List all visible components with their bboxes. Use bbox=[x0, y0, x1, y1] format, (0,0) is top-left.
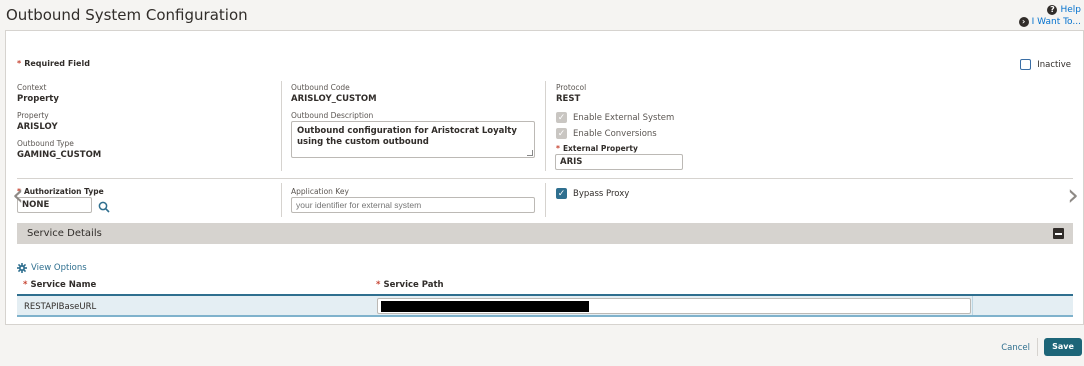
external-property-input[interactable]: ARIS bbox=[555, 154, 683, 170]
outbound-type-field: Outbound Type GAMING_CUSTOM bbox=[17, 139, 101, 160]
bypass-proxy-checkbox[interactable]: ✓ Bypass Proxy bbox=[556, 188, 629, 199]
outbound-code-field: Outbound Code ARISLOY_CUSTOM bbox=[291, 83, 377, 104]
inactive-checkbox[interactable]: Inactive bbox=[1020, 59, 1071, 70]
outbound-code-value: ARISLOY_CUSTOM bbox=[291, 94, 377, 104]
column-divider bbox=[545, 183, 546, 217]
search-icon[interactable] bbox=[98, 201, 110, 213]
required-asterisk: * bbox=[23, 280, 28, 290]
i-want-to-link[interactable]: › I Want To... bbox=[1018, 17, 1081, 27]
help-link[interactable]: ? Help bbox=[1047, 5, 1081, 15]
outbound-type-value: GAMING_CUSTOM bbox=[17, 150, 102, 160]
help-label: Help bbox=[1060, 5, 1081, 15]
external-property-field: * External Property bbox=[556, 144, 638, 153]
service-details-header[interactable]: Service Details bbox=[17, 223, 1073, 244]
page-title: Outbound System Configuration bbox=[6, 6, 248, 24]
column-divider bbox=[281, 183, 282, 217]
authorization-type-field: * Authorization Type bbox=[17, 187, 104, 196]
context-label: Context bbox=[17, 83, 47, 92]
inactive-checkbox-box[interactable] bbox=[1020, 59, 1032, 70]
property-value: ARISLOY bbox=[17, 122, 58, 132]
column-divider bbox=[545, 81, 546, 171]
inactive-label: Inactive bbox=[1037, 59, 1071, 70]
checkmark-icon: ✓ bbox=[556, 128, 567, 139]
column-header-service-name-label: Service Name bbox=[30, 280, 97, 290]
footer-divider bbox=[1037, 338, 1038, 356]
enable-conversions-label: Enable Conversions bbox=[573, 128, 657, 139]
application-key-input[interactable] bbox=[291, 197, 535, 213]
required-field-note: * Required Field bbox=[17, 59, 90, 68]
row-divider bbox=[17, 178, 1073, 179]
collapse-icon[interactable] bbox=[1053, 228, 1064, 239]
service-details-title: Service Details bbox=[27, 228, 102, 239]
outbound-description-label: Outbound Description bbox=[291, 111, 374, 120]
chevron-left-icon[interactable]: ‹ bbox=[12, 181, 24, 211]
protocol-label: Protocol bbox=[556, 83, 587, 92]
checkmark-icon: ✓ bbox=[556, 188, 567, 199]
column-header-service-path[interactable]: * Service Path bbox=[376, 280, 444, 290]
arrow-right-icon: › bbox=[1018, 17, 1029, 27]
authorization-type-label-text: Authorization Type bbox=[23, 187, 104, 196]
authorization-type-input[interactable]: NONE bbox=[17, 197, 92, 213]
bypass-proxy-label: Bypass Proxy bbox=[573, 188, 630, 199]
i-want-to-label: I Want To... bbox=[1031, 17, 1081, 27]
resize-handle-icon[interactable] bbox=[527, 150, 533, 156]
table-row[interactable]: RESTAPIBaseURL bbox=[17, 296, 1073, 317]
checkmark-icon: ✓ bbox=[556, 112, 567, 123]
configuration-panel: * Required Field Inactive Context Propert… bbox=[5, 30, 1084, 325]
required-asterisk: * bbox=[17, 59, 22, 68]
view-options-link[interactable]: View Options bbox=[17, 263, 87, 273]
chevron-right-icon[interactable]: › bbox=[1067, 181, 1079, 211]
context-value: Property bbox=[17, 94, 59, 104]
external-property-label-text: External Property bbox=[562, 144, 638, 153]
external-property-label: * External Property bbox=[556, 144, 638, 153]
gear-icon bbox=[17, 263, 27, 273]
service-path-input[interactable] bbox=[377, 298, 971, 314]
page-header: Outbound System Configuration ? Help › I… bbox=[0, 0, 1084, 30]
enable-external-label: Enable External System bbox=[573, 112, 675, 123]
authorization-type-label: * Authorization Type bbox=[17, 187, 104, 196]
cell-divider bbox=[972, 296, 973, 315]
outbound-description-field: Outbound Description bbox=[291, 111, 373, 120]
help-icon: ? bbox=[1047, 5, 1058, 15]
enable-external-system-checkbox[interactable]: ✓ Enable External System bbox=[556, 112, 674, 123]
property-field: Property ARISLOY bbox=[17, 111, 58, 132]
required-asterisk: * bbox=[376, 280, 381, 290]
page-footer: Cancel Save bbox=[0, 326, 1084, 366]
redacted-value bbox=[381, 301, 589, 312]
cancel-button[interactable]: Cancel bbox=[1001, 343, 1030, 353]
column-header-service-name[interactable]: * Service Name bbox=[23, 280, 96, 290]
property-label: Property bbox=[17, 111, 49, 120]
column-header-service-path-label: Service Path bbox=[383, 280, 444, 290]
outbound-description-textarea[interactable]: Outbound configuration for Aristocrat Lo… bbox=[291, 121, 535, 158]
required-note-label: Required Field bbox=[24, 59, 90, 68]
protocol-field: Protocol REST bbox=[556, 83, 586, 104]
column-divider bbox=[281, 81, 282, 171]
service-name-cell: RESTAPIBaseURL bbox=[24, 302, 97, 312]
view-options-label: View Options bbox=[31, 263, 87, 273]
required-asterisk: * bbox=[556, 144, 560, 153]
context-field: Context Property bbox=[17, 83, 59, 104]
outbound-type-label: Outbound Type bbox=[17, 139, 74, 148]
enable-conversions-checkbox[interactable]: ✓ Enable Conversions bbox=[556, 128, 657, 139]
outbound-code-label: Outbound Code bbox=[291, 83, 350, 92]
outbound-description-value: Outbound configuration for Aristocrat Lo… bbox=[297, 126, 517, 147]
save-button[interactable]: Save bbox=[1044, 338, 1082, 356]
protocol-value: REST bbox=[556, 94, 581, 104]
application-key-label: Application Key bbox=[291, 187, 349, 196]
application-key-field: Application Key bbox=[291, 187, 349, 196]
